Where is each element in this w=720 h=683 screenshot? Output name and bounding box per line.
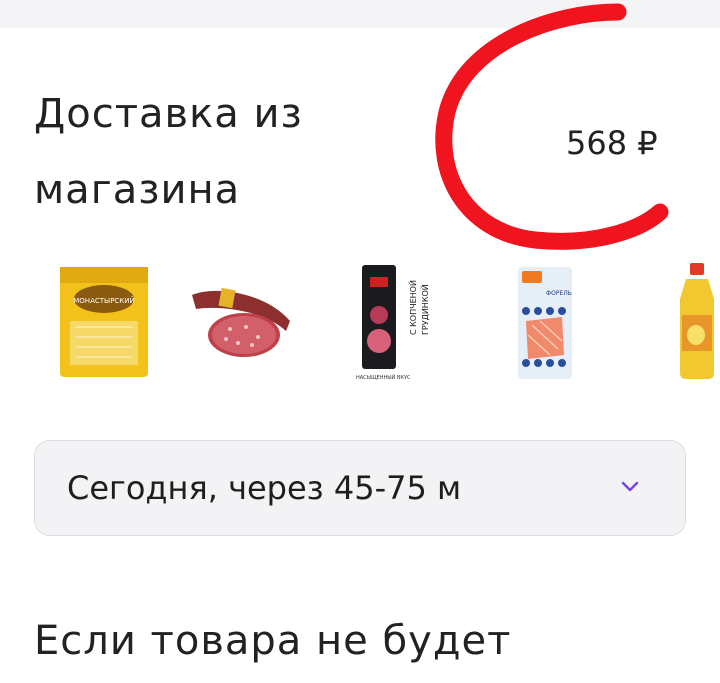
trout-pack-icon: ФОРЕЛЬ bbox=[518, 267, 572, 379]
svg-text:С КОПЧЕНОЙ: С КОПЧЕНОЙ bbox=[407, 280, 418, 335]
svg-text:НАСЫЩЕННЫЙ ВКУС: НАСЫЩЕННЫЙ ВКУС bbox=[356, 374, 411, 381]
if-missing-heading: Если товара не будет bbox=[34, 618, 512, 664]
delivery-time-select[interactable]: Сегодня, через 45-75 м bbox=[34, 440, 686, 536]
svg-text:ФОРЕЛЬ: ФОРЕЛЬ bbox=[546, 290, 572, 297]
sausage-icon bbox=[192, 287, 290, 357]
delivery-price: 568 ₽ bbox=[566, 124, 658, 162]
product-strip: МОНАСТЫРСКИЙ С КОПЧЕНОЙ ГРУДИНКОЙ НАСЫЩЕ… bbox=[0, 255, 720, 395]
delivery-title-line1: Доставка из bbox=[34, 91, 303, 137]
chevron-down-icon bbox=[621, 481, 639, 492]
svg-text:МОНАСТЫРСКИЙ: МОНАСТЫРСКИЙ bbox=[73, 296, 135, 305]
svg-text:ГРУДИНКОЙ: ГРУДИНКОЙ bbox=[419, 284, 430, 335]
top-strip bbox=[0, 0, 720, 28]
delivery-time-value: Сегодня, через 45-75 м bbox=[67, 469, 462, 507]
cheese-package-icon: МОНАСТЫРСКИЙ bbox=[60, 267, 148, 377]
juice-bottle-icon bbox=[680, 263, 714, 379]
salami-pack-icon: С КОПЧЕНОЙ ГРУДИНКОЙ НАСЫЩЕННЫЙ ВКУС bbox=[356, 265, 430, 381]
delivery-title-line2: магазина bbox=[34, 167, 241, 213]
delivery-title: Доставка из магазина bbox=[34, 76, 454, 228]
